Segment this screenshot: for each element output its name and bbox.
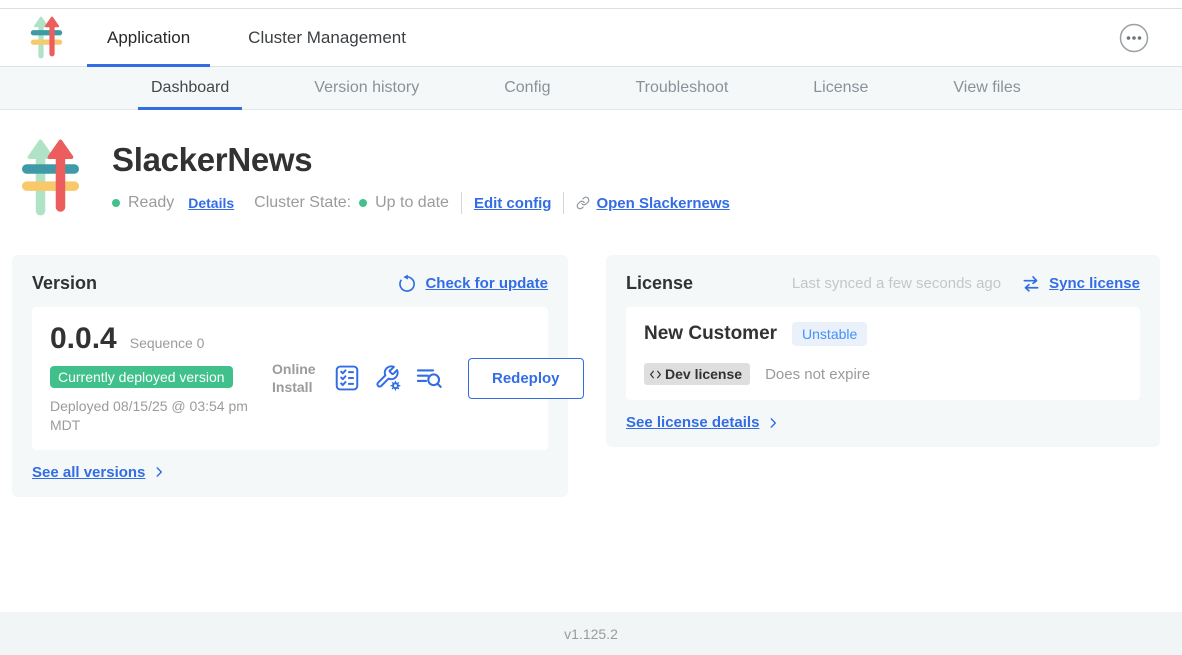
sequence-label: Sequence 0 [130, 335, 205, 351]
tab-cluster-management[interactable]: Cluster Management [228, 9, 426, 66]
channel-badge: Unstable [792, 322, 867, 346]
page-title: SlackerNews [112, 141, 730, 179]
app-status-label: Ready [128, 194, 174, 212]
current-version-panel: 0.0.4 Sequence 0 Currently deployed vers… [32, 307, 548, 450]
sync-icon [1021, 274, 1041, 294]
admin-console-screen: Application Cluster Management Dashboard… [0, 0, 1182, 655]
see-all-versions-link[interactable]: See all versions [32, 464, 145, 481]
subnav-version-history[interactable]: Version history [301, 67, 432, 109]
app-title-block: SlackerNews Ready Details Cluster State:… [0, 110, 1182, 219]
slackernews-app-logo [22, 138, 79, 219]
subnav-license[interactable]: License [800, 67, 881, 109]
subnav-config[interactable]: Config [491, 67, 563, 109]
dashboard-cards: Version Check for update 0.0.4 Sequence … [0, 219, 1182, 497]
cluster-state-dot [359, 199, 367, 207]
license-type-label: Dev license [665, 366, 742, 382]
cluster-state-label: Cluster State: [254, 194, 351, 212]
top-strip [0, 0, 1182, 9]
divider [461, 192, 462, 214]
tab-application[interactable]: Application [87, 9, 210, 66]
view-deploy-logs-icon[interactable] [415, 364, 443, 392]
console-version: v1.125.2 [564, 626, 618, 642]
sync-license-link[interactable]: Sync license [1049, 275, 1140, 292]
license-type-badge: Dev license [644, 363, 750, 385]
preflight-checks-icon[interactable] [333, 364, 361, 392]
header-spacer [426, 9, 1118, 66]
license-expiration: Does not expire [765, 366, 870, 383]
check-for-update-link[interactable]: Check for update [425, 275, 548, 292]
config-tools-icon[interactable] [374, 364, 402, 392]
last-synced-label: Last synced a few seconds ago [792, 275, 1001, 292]
app-header-bar: Application Cluster Management [0, 9, 1182, 67]
refresh-icon [397, 274, 417, 294]
chevron-right-icon [766, 416, 780, 430]
chevron-right-icon [152, 465, 166, 479]
header-tabs: Application Cluster Management [87, 9, 426, 66]
license-card: License Last synced a few seconds ago Sy… [606, 255, 1160, 447]
subnav-dashboard[interactable]: Dashboard [138, 67, 242, 109]
customer-name: New Customer [644, 323, 777, 345]
install-type-label: Online Install [272, 360, 320, 396]
see-license-details-link[interactable]: See license details [626, 414, 759, 431]
version-number: 0.0.4 [50, 322, 117, 356]
subnav-troubleshoot[interactable]: Troubleshoot [622, 67, 741, 109]
deployed-timestamp: Deployed 08/15/25 @ 03:54 pm MDT [50, 397, 268, 435]
redeploy-button[interactable]: Redeploy [468, 358, 584, 399]
open-slackernews-link[interactable]: Open Slackernews [596, 195, 729, 212]
overflow-menu-button[interactable] [1118, 22, 1150, 54]
divider [563, 192, 564, 214]
cluster-state-value: Up to date [375, 194, 449, 212]
console-footer: v1.125.2 [0, 612, 1182, 655]
edit-config-link[interactable]: Edit config [474, 195, 552, 212]
license-card-title: License [626, 273, 693, 294]
app-status-dot [112, 199, 120, 207]
chain-link-icon [576, 196, 590, 210]
subnav-view-files[interactable]: View files [940, 67, 1033, 109]
ellipsis-icon [1118, 22, 1150, 54]
version-card-title: Version [32, 273, 97, 294]
version-card: Version Check for update 0.0.4 Sequence … [12, 255, 568, 497]
code-brackets-icon [649, 368, 662, 381]
license-details-panel: New Customer Unstable Dev license Does n… [626, 307, 1140, 400]
app-status-row: Ready Details Cluster State: Up to date … [112, 192, 730, 214]
status-details-link[interactable]: Details [188, 195, 234, 211]
deployed-status-badge: Currently deployed version [50, 366, 233, 388]
slackernews-logo-icon [30, 16, 63, 60]
app-subnav: Dashboard Version history Config Trouble… [0, 67, 1182, 110]
